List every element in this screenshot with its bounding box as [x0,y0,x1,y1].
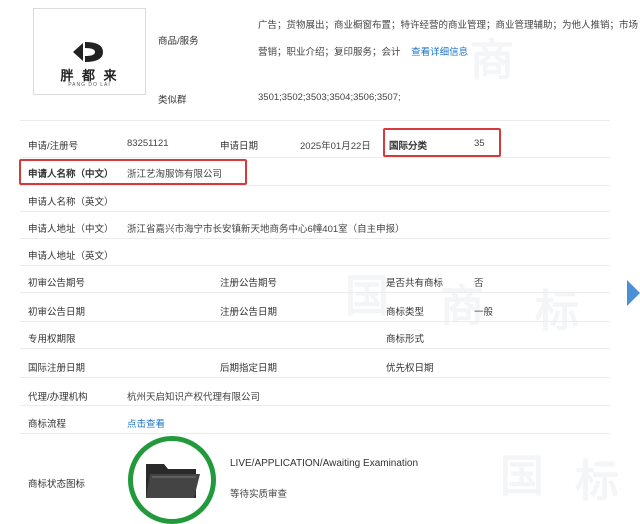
goods-services-label: 商品/服务 [158,36,199,47]
reg-pub-date-label: 注册公告日期 [220,307,278,318]
folder-icon [146,464,200,498]
view-details-link[interactable]: 查看详细信息 [411,47,468,58]
row-divider [20,185,610,186]
row-divider [20,292,610,293]
reg-pub-no-label: 注册公告期号 [220,278,278,289]
goods-services-line-1: 广告；货物展出；商业橱窗布置；特许经营的商业管理；商业管理辅助；为他人推销；市场 [258,20,639,31]
process-link[interactable]: 点击查看 [127,416,165,430]
similar-group-label: 类似群 [158,95,187,106]
status-icon-label: 商标状态图标 [28,479,86,490]
address-cn-label: 申请人地址（中文） [28,224,114,235]
shared-value: 否 [474,278,484,289]
priority-date-label: 优先权日期 [386,363,434,374]
tm-type-label: 商标类型 [386,307,425,318]
later-date-label: 后期指定日期 [220,363,278,374]
process-label: 商标流程 [28,419,67,430]
apply-date-label: 申请日期 [220,141,259,152]
status-circle [128,436,216,524]
watermark: 商 [470,35,514,86]
intl-class-label: 国际分类 [389,141,428,152]
row-divider [20,377,610,378]
row-divider [20,157,610,158]
reg-no-label: 申请/注册号 [28,141,79,152]
reg-no-value: 83251121 [127,138,169,149]
intl-reg-date-label: 国际注册日期 [28,363,86,374]
applicant-en-label: 申请人名称（英文） [28,197,114,208]
address-cn-value: 浙江省嘉兴市海宁市长安镇新天地商务中心6幢401室（自主申报） [127,224,405,235]
intl-class-value: 35 [474,138,485,149]
trademark-image: 胖 都 来 PANG DO LAI [33,8,146,95]
watermark: 标 [535,286,579,337]
address-en-label: 申请人地址（英文） [28,251,114,262]
row-divider [20,211,610,212]
row-divider [20,265,610,266]
exclusive-term-label: 专用权期限 [28,334,76,345]
watermark: 国 [500,451,544,502]
logo-subtext: PANG DO LAI [68,82,111,88]
prelim-no-label: 初审公告期号 [28,278,86,289]
row-divider [20,348,610,349]
prelim-date-label: 初审公告日期 [28,307,86,318]
tm-form-label: 商标形式 [386,334,425,345]
trademark-detail-page: 商 国 商 标 国 标 胖 都 来 PANG DO LAI 商品/服务 广告；货… [0,0,640,524]
applicant-cn-value: 浙江艺淘服饰有限公司 [127,169,223,180]
watermark: 标 [575,456,619,507]
agent-label: 代理/办理机构 [28,392,88,403]
apply-date-value: 2025年01月22日 [300,141,371,152]
next-arrow-icon[interactable] [627,280,640,306]
shared-label: 是否共有商标 [386,278,444,289]
logo-mark-icon [73,42,103,62]
row-divider [20,321,610,322]
goods-services-line-2: 营销；职业介绍；复印服务；会计 查看详细信息 [258,47,469,58]
status-cn: 等待实质审查 [230,489,288,500]
row-divider [20,238,610,239]
agent-value: 杭州天启知识产权代理有限公司 [127,392,261,403]
applicant-cn-label: 申请人名称（中文） [28,169,114,180]
row-divider [20,433,610,434]
status-en: LIVE/APPLICATION/Awaiting Examination [230,458,419,469]
similar-group-value: 3501;3502;3503;3504;3506;3507; [258,92,401,103]
row-divider [20,120,610,121]
row-divider [20,405,610,406]
tm-type-value: 一般 [474,307,494,318]
